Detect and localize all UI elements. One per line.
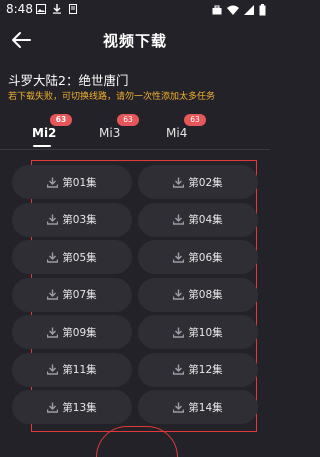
episode-label: 第12集: [188, 364, 223, 376]
episode-label: 第02集: [188, 176, 223, 189]
page-title: 视频下载: [102, 32, 167, 50]
download-icon: [47, 289, 59, 300]
download-icon: [173, 402, 185, 413]
download-notice: 若下载失败，可切换线路，请勿一次性添加太多任务: [8, 92, 216, 102]
download-icon: [47, 327, 59, 338]
episode-download-button[interactable]: 第12集: [138, 352, 258, 387]
episode-label: 第07集: [62, 289, 97, 301]
download-icon: [173, 327, 185, 338]
episode-download-button[interactable]: 第02集: [138, 165, 258, 199]
download-icon: [173, 364, 185, 375]
tab-label: Mi2: [32, 126, 57, 140]
download-status-icon: [53, 4, 61, 14]
download-icon: [173, 177, 185, 188]
tab-label: Mi4: [166, 126, 188, 140]
episode-label: 第11集: [62, 364, 97, 376]
status-bar: 8:48: [0, 0, 270, 20]
download-icon: [47, 252, 59, 263]
episode-label: 第09集: [62, 326, 97, 339]
episode-label: 第10集: [188, 326, 223, 339]
episode-download-button[interactable]: 第05集: [12, 240, 132, 274]
status-time: 8:48: [6, 2, 33, 16]
download-icon: [47, 214, 59, 225]
download-icon: [47, 177, 59, 188]
episode-download-button[interactable]: 第13集: [12, 390, 132, 424]
episode-label: 第08集: [188, 289, 223, 301]
app-header: 视频下载: [0, 24, 270, 56]
episode-download-button[interactable]: 第14集: [138, 390, 258, 424]
episode-download-button[interactable]: 第10集: [138, 315, 258, 349]
status-icons: [212, 3, 266, 17]
download-icon: [47, 364, 59, 375]
document-icon: [69, 4, 77, 14]
tab-mi3[interactable]: Mi3 63: [99, 114, 139, 140]
episode-label: 第04集: [188, 214, 223, 226]
episode-download-button[interactable]: 第06集: [138, 240, 258, 274]
episode-download-button[interactable]: 第08集: [138, 277, 258, 312]
episode-label: 第06集: [188, 251, 223, 264]
episode-label: 第14集: [188, 401, 223, 414]
download-icon: [47, 402, 59, 413]
briefcase-icon: [212, 5, 222, 15]
show-title: 斗罗大陆2：绝世唐门: [8, 73, 129, 88]
download-icon: [173, 214, 185, 225]
tab-count-badge: 63: [117, 114, 139, 126]
episode-download-button[interactable]: 第07集: [12, 277, 132, 312]
episode-download-button[interactable]: 第03集: [12, 202, 132, 237]
source-tabs: Mi2 63 Mi3 63 Mi4 63: [0, 114, 270, 150]
episode-label: 第13集: [62, 401, 97, 414]
episode-label: 第03集: [62, 214, 97, 226]
episode-download-button[interactable]: 第09集: [12, 315, 132, 349]
tab-label: Mi3: [99, 126, 121, 140]
gallery-icon: [36, 4, 46, 14]
episode-label: 第05集: [62, 251, 97, 264]
active-tab-indicator: [33, 145, 51, 147]
battery-icon: [259, 4, 266, 16]
episode-list[interactable]: 第01集 第02集第03集 第04集第05集 第06集第07集 第08集第09集 第10集…: [0, 150, 270, 440]
episode-label: 第01集: [62, 176, 97, 189]
tab-mi2[interactable]: Mi2 63: [32, 114, 72, 140]
episode-download-button[interactable]: 第04集: [138, 202, 258, 237]
episode-download-button[interactable]: 第01集: [12, 165, 132, 199]
signal-icon: [244, 5, 254, 15]
download-icon: [173, 289, 185, 300]
episode-download-button[interactable]: 第11集: [12, 352, 132, 387]
tab-count-badge: 63: [50, 114, 72, 126]
tab-count-badge: 63: [184, 114, 206, 126]
tab-mi4[interactable]: Mi4 63: [166, 114, 206, 140]
wifi-icon: [227, 5, 239, 15]
download-icon: [173, 252, 185, 263]
